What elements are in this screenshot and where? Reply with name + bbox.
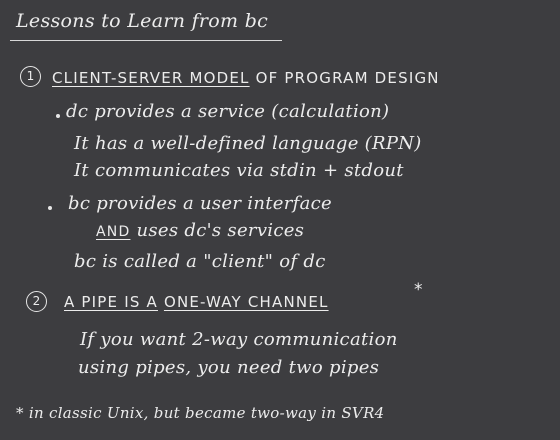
point-1-heading-underlined: CLIENT-SERVER MODEL [52,69,250,87]
point-2-number: 2 [26,291,47,312]
point-1-heading: CLIENT-SERVER MODEL OF PROGRAM DESIGN [52,69,440,87]
dc-line-3: It communicates via stdin + stdout [74,160,404,181]
point-2-heading-prefix: A PIPE IS A [64,293,158,311]
dc-line-1: dc provides a service (calculation) [66,101,390,122]
point-2-heading-underlined: ONE-WAY CHANNEL [163,293,329,311]
point-1-number: 1 [20,66,41,87]
bc-line-2: AND uses dc's services [96,220,304,241]
footnote: * in classic Unix, but became two-way in… [16,404,385,422]
pipe-line-2: using pipes, you need two pipes [78,357,380,378]
bc-line-3: bc is called a "client" of dc [74,251,326,272]
pipe-line-1: If you want 2-way communication [80,329,398,350]
bullet-dc [56,114,60,118]
whiteboard-slide: Lessons to Learn from bc 1 CLIENT-SERVER… [0,0,560,440]
point-1-heading-rest: OF PROGRAM DESIGN [255,69,440,87]
bullet-bc [48,206,52,210]
bc-line-2-rest: uses dc's services [136,220,305,241]
bc-line-1: bc provides a user interface [68,193,332,214]
point-2-heading: A PIPE IS A ONE-WAY CHANNEL [64,293,329,311]
footnote-star: * [414,280,423,300]
and-word: AND [96,224,131,240]
dc-line-2: It has a well-defined language (RPN) [74,133,422,154]
slide-title: Lessons to Learn from bc [16,10,269,32]
title-underline [10,40,282,41]
